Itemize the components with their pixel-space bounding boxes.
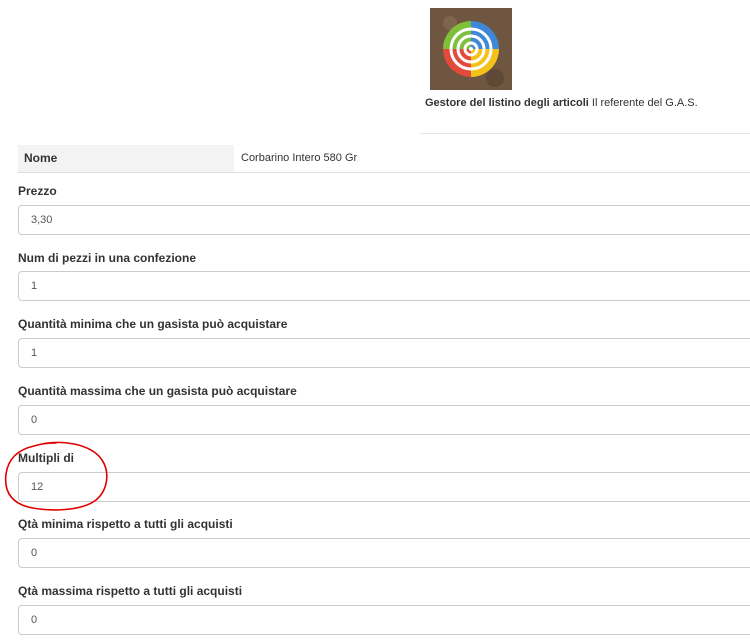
total-min-quantity-input[interactable]	[18, 538, 750, 568]
max-quantity-label: Quantità massima che un gasista può acqu…	[18, 384, 297, 398]
max-quantity-input[interactable]	[18, 405, 750, 435]
header-divider	[420, 133, 750, 134]
multiples-label: Multipli di	[18, 451, 74, 465]
total-min-quantity-label: Qtà minima rispetto a tutti gli acquisti	[18, 517, 233, 531]
min-quantity-label: Quantità minima che un gasista può acqui…	[18, 317, 288, 331]
price-input[interactable]	[18, 205, 750, 235]
name-row: Nome Corbarino Intero 580 Gr	[18, 145, 750, 173]
price-label: Prezzo	[18, 184, 57, 198]
page-caption: Gestore del listino degli articoli Il re…	[425, 97, 698, 109]
min-quantity-input[interactable]	[18, 338, 750, 368]
pieces-per-pack-label: Num di pezzi in una confezione	[18, 251, 197, 265]
caption-subtitle: Il referente del G.A.S.	[588, 97, 698, 109]
name-label: Nome	[18, 145, 234, 172]
article-form-page: Gestore del listino degli articoli Il re…	[0, 0, 750, 643]
total-max-quantity-label: Qtà massima rispetto a tutti gli acquist…	[18, 584, 243, 598]
total-max-quantity-input[interactable]	[18, 605, 750, 635]
gas-logo-icon	[430, 8, 512, 90]
caption-title: Gestore del listino degli articoli	[425, 97, 589, 109]
multiples-input[interactable]	[18, 472, 750, 502]
pieces-per-pack-input[interactable]	[18, 271, 750, 301]
name-value: Corbarino Intero 580 Gr	[241, 152, 358, 164]
